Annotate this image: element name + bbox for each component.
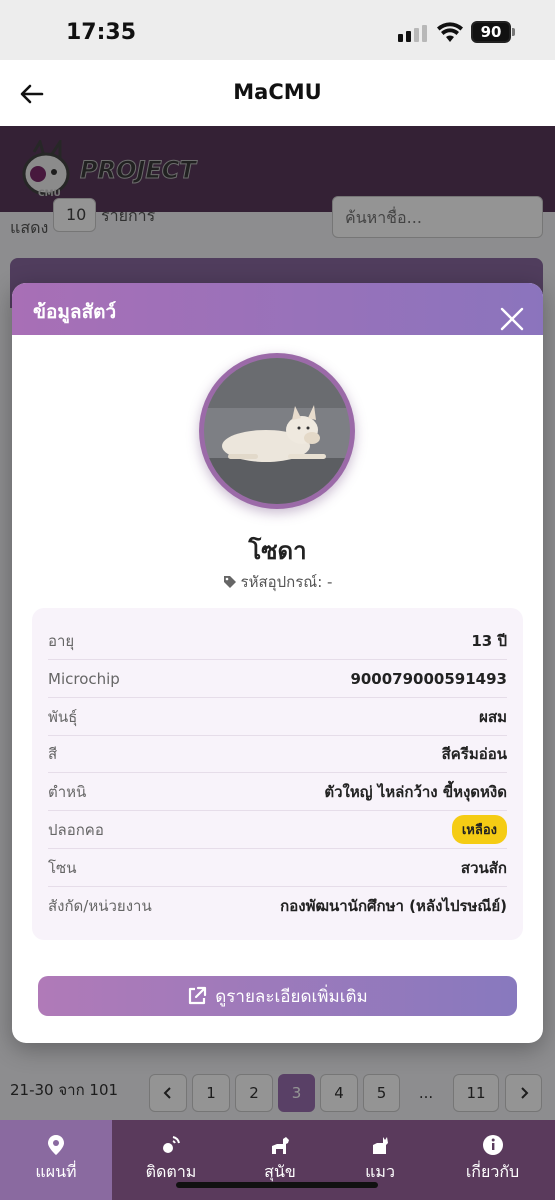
tab-about[interactable]: เกี่ยวกับ (430, 1120, 555, 1200)
device-id: รหัสอุปกรณ์: - (12, 570, 543, 594)
info-label: ปลอกคอ (48, 820, 104, 839)
view-details-button[interactable]: ดูรายละเอียดเพิ่มเติม (38, 976, 517, 1016)
info-value: 900079000591493 (350, 669, 507, 688)
device-id-text: รหัสอุปกรณ์: - (240, 573, 333, 591)
map-pin-icon (48, 1135, 64, 1155)
modal-header: ข้อมูลสัตว์ (12, 283, 543, 335)
info-icon (482, 1135, 503, 1155)
cat-icon (373, 1137, 388, 1154)
info-value: ผสม (479, 707, 507, 726)
tab-map[interactable]: แผนที่ (0, 1120, 112, 1200)
info-label: โซน (48, 858, 77, 877)
tracking-icon (163, 1136, 180, 1153)
info-label: อายุ (48, 631, 75, 650)
view-details-label: ดูรายละเอียดเพิ่มเติม (215, 986, 368, 1007)
info-value: 13 ปี (471, 631, 507, 650)
home-indicator (176, 1182, 378, 1188)
info-value: กองพัฒนานักศึกษา (หลังไปรษณีย์) (280, 897, 507, 915)
info-row-collar: ปลอกคอ เหลือง (48, 811, 507, 849)
info-row-age: อายุ 13 ปี (48, 622, 507, 660)
tab-label: เกี่ยวกับ (465, 1162, 520, 1181)
info-row-unit: สังกัด/หน่วยงาน กองพัฒนานักศึกษา (หลังไป… (48, 887, 507, 925)
info-label: พันธุ์ (48, 707, 78, 726)
nav-bar: MaCMU (0, 60, 555, 126)
wifi-icon (437, 22, 463, 42)
dog-icon (272, 1137, 289, 1154)
modal-title: ข้อมูลสัตว์ (33, 301, 117, 323)
battery-icon: 90 (471, 21, 511, 43)
bottom-tab-bar: แผนที่ ติดตาม สุนัข แมว เกี่ยวกับ (0, 1120, 555, 1200)
status-bar: 17:35 90 (0, 0, 555, 60)
info-card: อายุ 13 ปี Microchip 900079000591493 พัน… (32, 608, 523, 940)
tab-label: แผนที่ (35, 1162, 77, 1181)
info-label: ตำหนิ (48, 782, 87, 801)
info-row-zone: โซน สวนสัก (48, 849, 507, 887)
pet-name: โซดา (248, 537, 307, 565)
collar-badge: เหลือง (451, 815, 507, 844)
info-value: สวนสัก (460, 858, 507, 877)
close-icon[interactable] (500, 307, 524, 331)
battery-level: 90 (480, 23, 502, 41)
dog-photo (204, 358, 350, 504)
tab-cats[interactable]: แมว (330, 1120, 430, 1200)
info-row-microchip: Microchip 900079000591493 (48, 660, 507, 698)
battery-tip (512, 28, 515, 36)
info-value: สีครีมอ่อน (441, 744, 507, 763)
avatar (199, 353, 355, 509)
status-time: 17:35 (66, 20, 137, 45)
info-row-marks: ตำหนิ ตัวใหญ่ ไหล่กว้าง ขี้หงุดหงิด (48, 773, 507, 811)
info-label: สี (48, 744, 58, 763)
signal-icon (398, 24, 427, 42)
tab-tracking[interactable]: ติดตาม (112, 1120, 230, 1200)
tag-icon (223, 576, 236, 588)
animal-info-modal: ข้อมูลสัตว์ โซดา รหัสอุปกรณ์: - อายุ 13 … (12, 283, 543, 1043)
page-title: MaCMU (233, 80, 322, 104)
tab-dogs[interactable]: สุนัข (230, 1120, 330, 1200)
info-row-breed: พันธุ์ ผสม (48, 698, 507, 736)
info-value: ตัวใหญ่ ไหล่กว้าง ขี้หงุดหงิด (324, 782, 507, 801)
info-label: Microchip (48, 669, 120, 688)
external-link-icon (189, 986, 207, 1005)
info-row-color: สี สีครีมอ่อน (48, 735, 507, 773)
info-label: สังกัด/หน่วยงาน (48, 897, 152, 915)
